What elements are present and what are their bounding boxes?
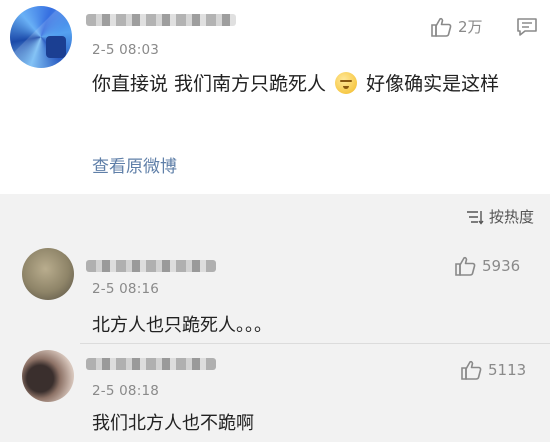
like-button[interactable]: 5936: [454, 256, 520, 276]
sort-icon: [466, 210, 484, 225]
like-button[interactable]: 5113: [460, 360, 526, 380]
divider: [80, 343, 550, 344]
avatar[interactable]: [22, 248, 74, 300]
like-count: 2万: [458, 18, 483, 36]
like-count: 5113: [488, 361, 527, 379]
username-blurred[interactable]: [86, 14, 236, 26]
view-original-link[interactable]: 查看原微博: [92, 152, 177, 177]
emoji-icon: [335, 72, 358, 94]
comment-icon[interactable]: [516, 17, 538, 37]
sort-by-hot-button[interactable]: 按热度: [466, 206, 534, 227]
username-blurred[interactable]: [86, 358, 216, 370]
comment-timestamp: 2-5 08:03: [92, 42, 160, 58]
thumbs-up-icon: [461, 360, 482, 380]
thumbs-up-icon: [431, 17, 452, 37]
reply-timestamp: 2-5 08:16: [92, 281, 160, 297]
like-button[interactable]: 2万: [430, 16, 483, 37]
reply-text: 北方人也只跪死人。。。: [92, 315, 272, 336]
sort-label: 按热度: [488, 208, 534, 226]
avatar[interactable]: [22, 350, 74, 402]
like-count: 5936: [482, 257, 521, 275]
avatar[interactable]: [10, 6, 72, 68]
comment-text-part2: 好像确实是这样: [366, 73, 500, 95]
main-comment: 2-5 08:03 2万 你直接说 我们南方只跪死人 好像确实是这样 查看原微博: [0, 0, 550, 194]
username-blurred[interactable]: [86, 260, 216, 272]
reply-timestamp: 2-5 08:18: [92, 383, 160, 399]
comment-text-part1: 你直接说 我们南方只跪死人: [92, 73, 327, 95]
reply-text: 我们北方人也不跪啊: [92, 413, 254, 434]
thumbs-up-icon: [455, 256, 476, 276]
comment-text: 你直接说 我们南方只跪死人 好像确实是这样: [92, 68, 532, 100]
